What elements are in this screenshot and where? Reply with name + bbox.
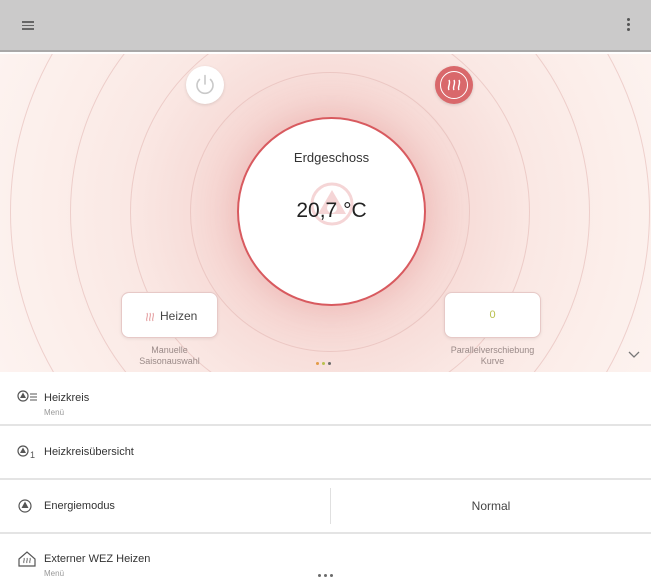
energy-mode-icon xyxy=(18,499,32,513)
heating-mode-button[interactable] xyxy=(435,66,473,104)
heating-circuit-overview-icon: 1 xyxy=(17,445,35,460)
list-item-label: Heizkreisübersicht xyxy=(44,446,134,458)
page-dot xyxy=(322,362,325,365)
page-dot xyxy=(324,574,327,577)
page-indicator[interactable] xyxy=(316,362,346,368)
house-icon xyxy=(18,551,36,567)
season-mode-caption: Manuelle Saisonauswahl xyxy=(139,345,200,366)
thermostat-panel: Erdgeschoss 20,7 °C Heizen Manuelle Sais… xyxy=(0,54,651,372)
season-mode-label: Heizen xyxy=(160,309,198,323)
list-item-sublabel: Menü xyxy=(44,569,65,578)
heating-circuit-menu-icon xyxy=(17,390,37,402)
curve-shift-caption: Parallelverschiebung Kurve xyxy=(450,345,535,366)
curve-shift-card[interactable]: 0 xyxy=(444,292,541,338)
power-button[interactable] xyxy=(186,66,224,104)
current-temperature: 20,7 °C xyxy=(296,199,367,222)
list-item-heizkreis[interactable]: Heizkreis Menü xyxy=(0,372,651,424)
temperature-dial[interactable]: Erdgeschoss 20,7 °C xyxy=(237,117,426,306)
season-mode-card[interactable]: Heizen xyxy=(121,292,218,338)
heating-waves-icon xyxy=(146,312,154,322)
zone-name: Erdgeschoss xyxy=(293,150,370,165)
power-icon xyxy=(196,74,214,95)
page-indicator[interactable] xyxy=(318,574,348,580)
page-dot xyxy=(316,362,319,365)
page-dot xyxy=(330,574,333,577)
list-item-label: Energiemodus xyxy=(44,500,115,512)
curve-shift-value: 0 xyxy=(489,309,496,321)
list-item-energiemodus[interactable]: Energiemodus Normal xyxy=(0,480,651,532)
list-item-heizkreisuebersicht[interactable]: 1 Heizkreisübersicht xyxy=(0,426,651,478)
list-item-sublabel: Menü xyxy=(44,408,65,417)
list-item-label: Externer WEZ Heizen xyxy=(44,553,151,565)
page-dot xyxy=(328,362,331,365)
heating-waves-icon xyxy=(447,79,461,91)
energy-mode-value: Normal xyxy=(471,499,511,513)
list-item-label: Heizkreis xyxy=(44,392,90,404)
hamburger-menu-icon[interactable] xyxy=(20,19,36,33)
page-dot xyxy=(318,574,321,577)
chevron-down-icon[interactable] xyxy=(627,350,641,360)
svg-text:1: 1 xyxy=(30,450,35,460)
more-vertical-icon[interactable] xyxy=(623,16,633,36)
top-app-bar xyxy=(0,0,651,52)
